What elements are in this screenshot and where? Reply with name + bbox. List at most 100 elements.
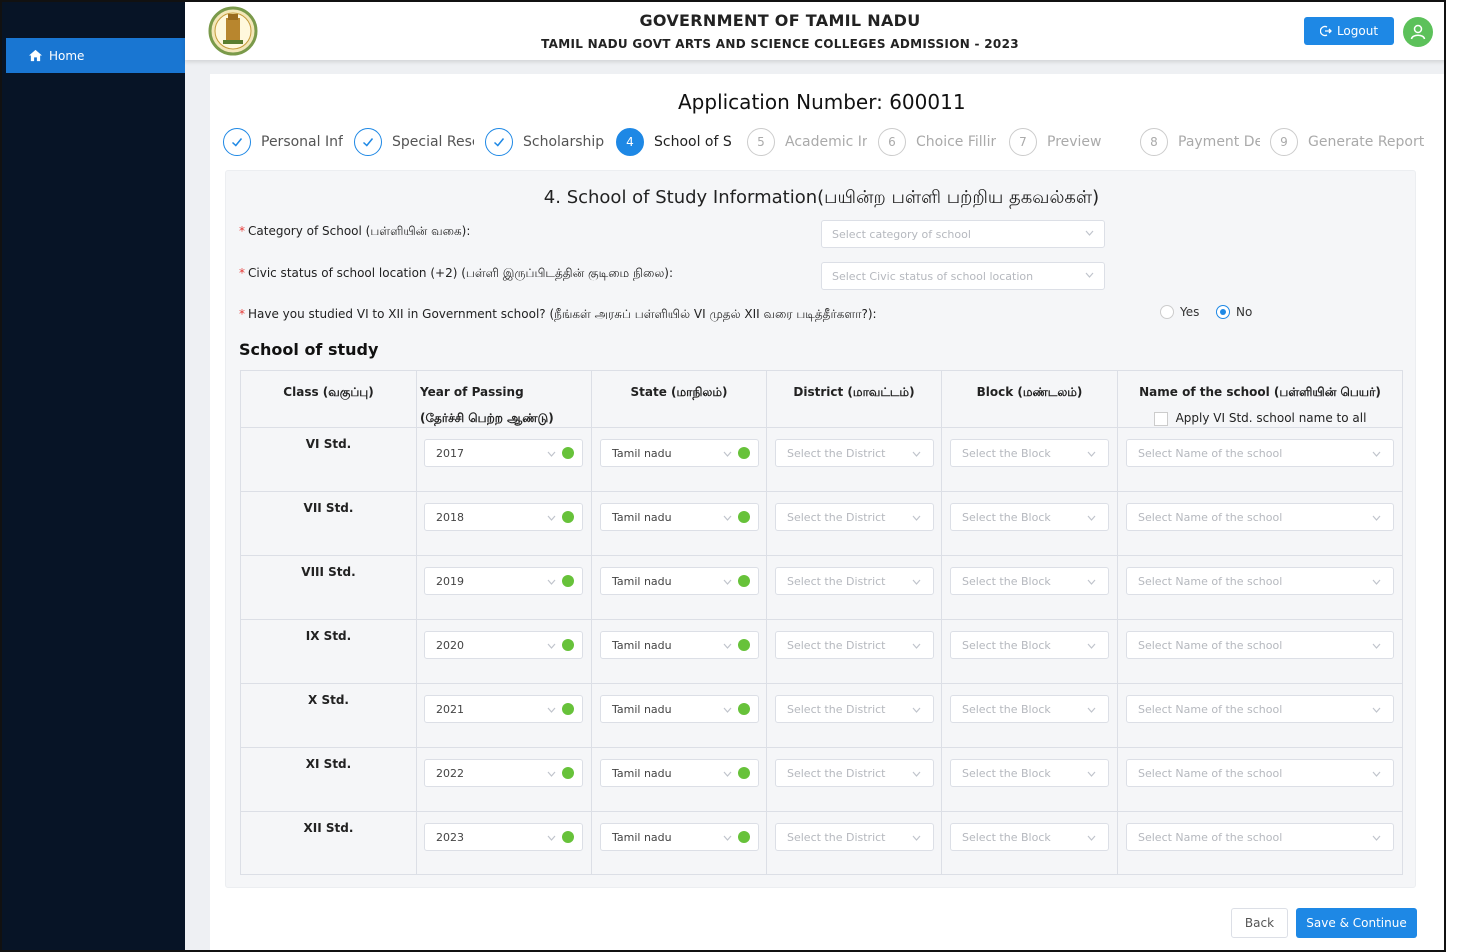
table-row: IX Std. 2020 Tamil nadu Select the District… (241, 619, 1402, 683)
block-select[interactable]: Select the Block (950, 503, 1109, 531)
state-select[interactable]: Tamil nadu (600, 567, 759, 595)
user-icon (1410, 24, 1426, 40)
step-label: Academic Ir (785, 134, 867, 150)
table-cell: Tamil nadu (592, 748, 767, 811)
category-of-school-select[interactable]: Select category of school (821, 220, 1105, 248)
block-select[interactable]: Select the Block (950, 631, 1109, 659)
chevron-down-icon (1372, 515, 1381, 521)
progress-steps: Personal Inf Special Rese Scholarship 4 Scho… (223, 127, 1443, 157)
section-title: 4. School of Study Information(பயின்ற பள… (543, 187, 1100, 208)
table-cell: Select the District (767, 556, 942, 619)
govt-school-yes-radio[interactable]: Yes (1160, 305, 1199, 319)
state-select[interactable]: Tamil nadu (600, 695, 759, 723)
step-9[interactable]: 9 Generate Report (1270, 127, 1424, 157)
step-7[interactable]: 7 Preview (1009, 127, 1102, 157)
block-select[interactable]: Select the Block (950, 567, 1109, 595)
valid-check-icon (562, 639, 574, 651)
block-select[interactable]: Select the Block (950, 439, 1109, 467)
step-check-icon (485, 128, 513, 156)
table-cell: Select Name of the school (1118, 556, 1402, 619)
step-2[interactable]: Special Rese (354, 127, 474, 157)
logout-icon (1319, 25, 1332, 37)
chevron-down-icon (1087, 771, 1096, 777)
chevron-down-icon (547, 771, 556, 777)
sidebar: Home (2, 2, 185, 950)
chevron-down-icon (1087, 579, 1096, 585)
year-of-passing-select[interactable]: 2018 (424, 503, 583, 531)
logout-button[interactable]: Logout (1304, 17, 1394, 45)
block-select[interactable]: Select the Block (950, 823, 1109, 851)
table-cell: Select the Block (942, 684, 1118, 747)
step-number: 8 (1140, 128, 1168, 156)
step-1[interactable]: Personal Inf (223, 127, 343, 157)
school-of-study-panel: 4. School of Study Information(பயின்ற பள… (225, 170, 1416, 888)
district-select[interactable]: Select the District (775, 823, 934, 851)
back-button[interactable]: Back (1231, 908, 1288, 938)
district-select[interactable]: Select the District (775, 439, 934, 467)
chevron-down-icon (547, 579, 556, 585)
school-name-select[interactable]: Select Name of the school (1126, 503, 1394, 531)
chevron-down-icon (547, 451, 556, 457)
step-3[interactable]: Scholarship (485, 127, 604, 157)
table-cell: Select the Block (942, 428, 1118, 491)
step-4[interactable]: 4 School of S (616, 127, 732, 157)
class-name: VII Std. (303, 501, 354, 515)
class-name: XII Std. (303, 821, 354, 835)
sidebar-item-home[interactable]: Home (6, 38, 185, 73)
step-label: Payment De (1178, 134, 1260, 150)
school-of-study-heading: School of study (239, 340, 379, 359)
table-cell: Select the Block (942, 812, 1118, 875)
step-check-icon (223, 128, 251, 156)
chevron-down-icon (912, 579, 921, 585)
school-name-select[interactable]: Select Name of the school (1126, 759, 1394, 787)
step-label: Preview (1047, 134, 1102, 150)
table-cell: Tamil nadu (592, 620, 767, 683)
application-number: Application Number: 600011 (678, 90, 966, 114)
year-of-passing-select[interactable]: 2021 (424, 695, 583, 723)
table-row: VI Std. 2017 Tamil nadu Select the District… (241, 427, 1402, 491)
table-cell: Select Name of the school (1118, 620, 1402, 683)
school-name-select[interactable]: Select Name of the school (1126, 631, 1394, 659)
school-name-select[interactable]: Select Name of the school (1126, 439, 1394, 467)
year-of-passing-select[interactable]: 2023 (424, 823, 583, 851)
table-cell: XI Std. (241, 748, 417, 811)
step-label: Choice Fillir (916, 134, 997, 150)
district-select[interactable]: Select the District (775, 567, 934, 595)
table-cell: Select the District (767, 492, 942, 555)
block-select[interactable]: Select the Block (950, 695, 1109, 723)
step-5[interactable]: 5 Academic Ir (747, 127, 867, 157)
header-subtitle: TAMIL NADU GOVT ARTS AND SCIENCE COLLEGE… (541, 37, 1019, 51)
state-select[interactable]: Tamil nadu (600, 631, 759, 659)
state-select[interactable]: Tamil nadu (600, 823, 759, 851)
column-header-class: Class (வகுப்பு) (241, 371, 417, 427)
district-select[interactable]: Select the District (775, 631, 934, 659)
state-select[interactable]: Tamil nadu (600, 439, 759, 467)
year-of-passing-select[interactable]: 2022 (424, 759, 583, 787)
block-select[interactable]: Select the Block (950, 759, 1109, 787)
year-of-passing-select[interactable]: 2017 (424, 439, 583, 467)
state-select[interactable]: Tamil nadu (600, 503, 759, 531)
step-6[interactable]: 6 Choice Fillir (878, 127, 996, 157)
district-select[interactable]: Select the District (775, 695, 934, 723)
govt-school-no-radio[interactable]: No (1216, 305, 1252, 319)
user-avatar[interactable] (1403, 17, 1433, 47)
year-of-passing-select[interactable]: 2020 (424, 631, 583, 659)
state-select[interactable]: Tamil nadu (600, 759, 759, 787)
valid-check-icon (562, 447, 574, 459)
district-select[interactable]: Select the District (775, 503, 934, 531)
year-of-passing-select[interactable]: 2019 (424, 567, 583, 595)
school-name-select[interactable]: Select Name of the school (1126, 567, 1394, 595)
step-8[interactable]: 8 Payment De (1140, 127, 1260, 157)
column-header-block: Block (மண்டலம்) (942, 371, 1118, 427)
school-name-select[interactable]: Select Name of the school (1126, 695, 1394, 723)
table-row: X Std. 2021 Tamil nadu Select the District S… (241, 683, 1402, 747)
table-cell: Select Name of the school (1118, 684, 1402, 747)
civic-status-select[interactable]: Select Civic status of school location (821, 262, 1105, 290)
school-name-select[interactable]: Select Name of the school (1126, 823, 1394, 851)
class-name: VI Std. (305, 437, 352, 451)
step-number: 9 (1270, 128, 1298, 156)
table-cell: Select Name of the school (1118, 492, 1402, 555)
valid-check-icon (738, 703, 750, 715)
save-and-continue-button[interactable]: Save & Continue (1296, 908, 1417, 938)
district-select[interactable]: Select the District (775, 759, 934, 787)
